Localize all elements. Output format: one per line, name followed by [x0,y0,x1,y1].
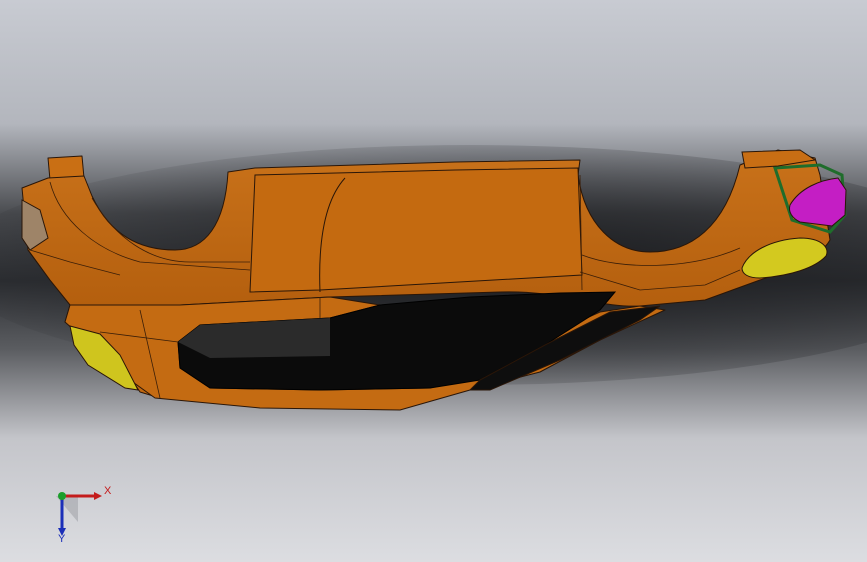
x-axis-arrow [94,492,102,500]
3d-viewport[interactable] [0,0,867,562]
y-axis-dot [58,492,66,500]
triad-base [56,496,78,522]
axis-triad: X Y [56,485,112,544]
center-panel [249,167,583,293]
y-axis-label: Y [58,533,66,544]
x-axis-label: X [104,485,112,497]
